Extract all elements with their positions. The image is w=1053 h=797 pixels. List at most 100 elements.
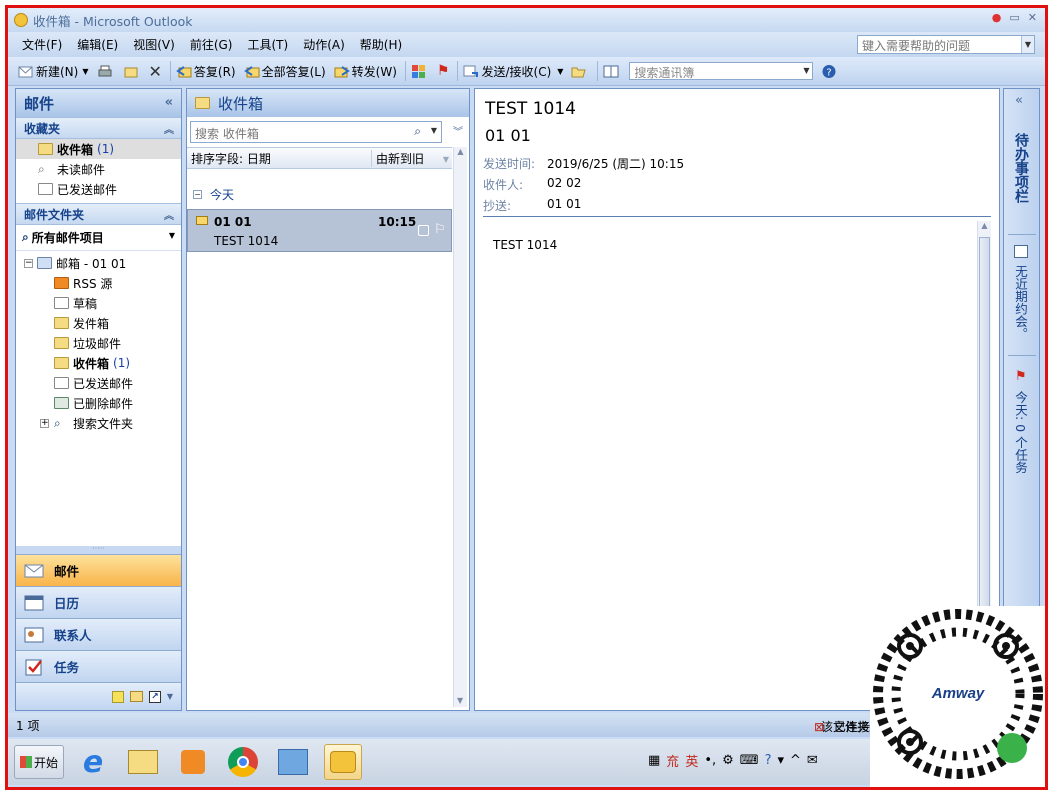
nav-button-contacts[interactable]: 联系人 bbox=[16, 618, 181, 650]
follow-up-button[interactable]: ⚑ bbox=[437, 63, 450, 79]
to-value[interactable]: 02 02 bbox=[547, 176, 581, 193]
search-icon[interactable]: ⌕ bbox=[414, 124, 421, 139]
folder-search[interactable]: + ⌕ 搜索文件夹 bbox=[16, 413, 181, 433]
send-receive-button[interactable]: 发送/接收(C) ▼ bbox=[463, 63, 563, 80]
reply-button[interactable]: 答复(R) bbox=[176, 63, 236, 80]
expand-tree-icon[interactable]: + bbox=[40, 418, 49, 428]
red-flag-icon: ⚑ bbox=[436, 63, 450, 79]
categorize-button[interactable] bbox=[411, 64, 429, 79]
nav-button-calendar[interactable]: 日历 bbox=[16, 586, 181, 618]
list-scrollbar[interactable]: ▲ ▼ bbox=[453, 147, 467, 707]
collapse-tree-icon[interactable]: − bbox=[24, 258, 33, 268]
chevron-down-icon[interactable]: ▼ bbox=[431, 126, 437, 135]
todo-title[interactable]: 待办事项栏 bbox=[1011, 133, 1031, 203]
mail-tray-icon[interactable]: ✉ bbox=[807, 753, 818, 768]
mailbox-root[interactable]: − 邮箱 - 01 01 bbox=[16, 253, 181, 273]
all-mail-items-dropdown[interactable]: ⌕ 所有邮件项目 ▼ bbox=[16, 225, 181, 251]
delete-button[interactable]: ✕ bbox=[149, 62, 162, 81]
chevron-down-icon[interactable]: ▼ bbox=[82, 67, 88, 76]
find-folder-button[interactable] bbox=[571, 64, 589, 79]
menu-go[interactable]: 前往(G) bbox=[190, 36, 233, 53]
expand-todo-icon[interactable]: « bbox=[1015, 93, 1023, 108]
folder-rss[interactable]: RSS 源 bbox=[16, 273, 181, 293]
new-button[interactable]: 新建(N) ▼ bbox=[18, 63, 89, 80]
print-button[interactable] bbox=[97, 64, 115, 79]
configure-buttons-icon[interactable]: ▼ bbox=[167, 692, 173, 701]
toolbar-separator bbox=[404, 61, 406, 81]
sort-order-button[interactable]: 由新到旧 bbox=[372, 150, 424, 167]
folder-label: 收件箱 bbox=[73, 356, 110, 371]
favorite-sent[interactable]: 已发送邮件 bbox=[16, 179, 181, 199]
collapse-up-icon[interactable]: ︽ bbox=[164, 121, 174, 136]
chevron-down-icon[interactable]: ▼ bbox=[557, 67, 563, 76]
address-book-search-input[interactable]: 搜索通讯簿 ▼ bbox=[629, 62, 814, 80]
folder-outbox[interactable]: 发件箱 bbox=[16, 313, 181, 333]
taskbar-ie[interactable]: e bbox=[74, 744, 112, 780]
favorites-header[interactable]: 收藏夹 ︽ bbox=[16, 117, 181, 139]
scroll-up-icon[interactable]: ▲ bbox=[454, 147, 467, 156]
menu-tools[interactable]: 工具(T) bbox=[247, 36, 288, 53]
collapse-up-icon[interactable]: ︽ bbox=[164, 207, 174, 222]
taskbar-outlook[interactable] bbox=[324, 744, 363, 780]
nav-button-tasks[interactable]: 任务 bbox=[16, 650, 181, 682]
folder-sent[interactable]: 已发送邮件 bbox=[16, 373, 181, 393]
close-icon[interactable]: ✕ bbox=[1028, 11, 1037, 24]
ime-mode-icon[interactable]: ▦ bbox=[648, 753, 660, 768]
help-icon[interactable]: ? bbox=[765, 753, 772, 768]
ime-language[interactable]: 英 bbox=[685, 751, 698, 770]
collapse-left-icon[interactable]: « bbox=[165, 95, 173, 110]
inbox-search-input[interactable]: 搜索 收件箱 ⌕ ▼ bbox=[190, 121, 442, 143]
pane-splitter[interactable]: ····· bbox=[16, 545, 181, 554]
collapse-group-icon[interactable]: − bbox=[193, 189, 202, 199]
folder-junk[interactable]: 垃圾邮件 bbox=[16, 333, 181, 353]
sort-field-button[interactable]: 排序字段: 日期 bbox=[187, 149, 372, 167]
menu-view[interactable]: 视图(V) bbox=[133, 36, 175, 53]
folder-drafts[interactable]: 草稿 bbox=[16, 293, 181, 313]
flag-icon[interactable]: ⚐ bbox=[434, 222, 446, 237]
menu-edit[interactable]: 编辑(E) bbox=[77, 36, 118, 53]
favorite-unread[interactable]: ⌕ 未读邮件 bbox=[16, 159, 181, 179]
reply-all-button[interactable]: 全部答复(L) bbox=[243, 63, 326, 80]
restore-icon[interactable]: ▭ bbox=[1009, 11, 1019, 24]
folder-list-icon[interactable] bbox=[129, 691, 143, 702]
chevron-down-icon[interactable]: ▼ bbox=[1021, 36, 1034, 53]
category-checkbox[interactable] bbox=[418, 225, 429, 236]
ime-menu-icon[interactable]: ▾ bbox=[777, 753, 784, 768]
move-to-folder-button[interactable] bbox=[123, 64, 141, 79]
favorite-inbox[interactable]: 收件箱 (1) bbox=[16, 139, 181, 159]
ime-keyboard-icon[interactable]: ⌨ bbox=[740, 753, 759, 768]
ime-handwriting-icon[interactable]: 㐬 bbox=[666, 751, 679, 770]
message-list-item[interactable]: 01 01 10:15 TEST 1014 ⚐ bbox=[187, 209, 452, 252]
cc-value[interactable]: 01 01 bbox=[547, 197, 581, 214]
nav-button-mail[interactable]: 邮件 bbox=[16, 554, 181, 586]
expand-query-icon[interactable]: ︾ bbox=[453, 123, 463, 138]
chevron-down-icon[interactable]: ▼ bbox=[800, 63, 812, 79]
folder-deleted[interactable]: 已删除邮件 bbox=[16, 393, 181, 413]
address-book-button[interactable] bbox=[603, 64, 621, 79]
reading-sender[interactable]: 01 01 bbox=[485, 126, 531, 145]
group-header-today[interactable]: − 今天 bbox=[187, 183, 469, 205]
minimize-icon[interactable]: ● bbox=[992, 11, 1002, 24]
help-button[interactable]: ? bbox=[821, 64, 839, 79]
scroll-up-icon[interactable]: ▲ bbox=[978, 221, 991, 230]
taskbar-explorer[interactable] bbox=[124, 744, 162, 780]
start-button[interactable]: 开始 bbox=[14, 745, 65, 779]
show-hidden-icons-icon[interactable]: ^ bbox=[790, 753, 801, 768]
menu-help[interactable]: 帮助(H) bbox=[360, 36, 402, 53]
chevron-down-icon[interactable]: ▼ bbox=[169, 231, 175, 240]
shortcuts-icon[interactable]: ↗ bbox=[148, 690, 161, 703]
notes-icon[interactable] bbox=[111, 690, 124, 703]
taskbar-chrome[interactable] bbox=[224, 744, 262, 780]
menu-actions[interactable]: 动作(A) bbox=[303, 36, 345, 53]
mail-folders-header[interactable]: 邮件文件夹 ︽ bbox=[16, 203, 181, 225]
nav-button-label: 联系人 bbox=[54, 628, 92, 643]
help-search-input[interactable]: 键入需要帮助的问题 ▼ bbox=[857, 35, 1035, 54]
scroll-down-icon[interactable]: ▼ bbox=[457, 696, 463, 705]
folder-inbox[interactable]: 收件箱 (1) bbox=[16, 353, 181, 373]
taskbar-media-player[interactable] bbox=[174, 744, 212, 780]
ime-punctuation-icon[interactable]: •, bbox=[704, 753, 716, 768]
ime-settings-icon[interactable]: ⚙ bbox=[722, 753, 734, 768]
taskbar-control-panel[interactable] bbox=[274, 744, 312, 780]
menu-file[interactable]: 文件(F) bbox=[22, 36, 62, 53]
forward-button[interactable]: 转发(W) bbox=[334, 63, 397, 80]
